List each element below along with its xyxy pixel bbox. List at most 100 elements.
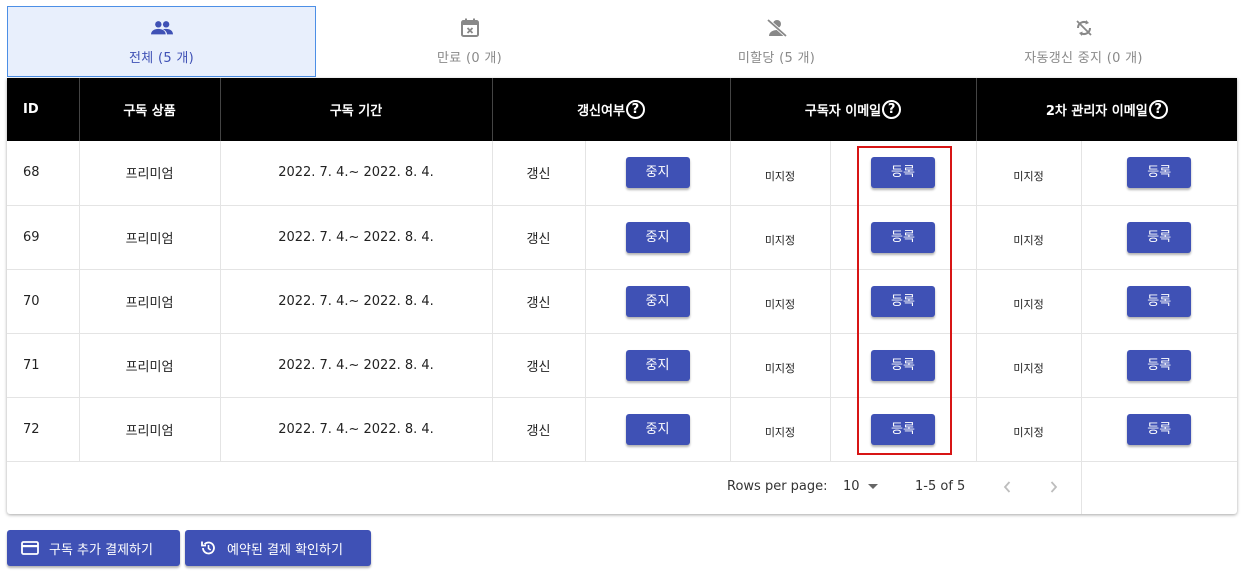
register-subscriber-email-button[interactable]: 등록 [871, 349, 935, 381]
register-admin-email-button[interactable]: 등록 [1127, 349, 1192, 381]
event-busy-icon [459, 17, 481, 39]
table-row: 68 프리미엄 2022. 7. 4.~ 2022. 8. 4. 갱신 중지 미… [7, 141, 1237, 206]
cell-admin-email: 미지정 [976, 269, 1082, 334]
cell-product: 프리미엄 [79, 205, 221, 270]
rows-per-page-select[interactable]: 10 [843, 479, 878, 494]
table-row: 71 프리미엄 2022. 7. 4.~ 2022. 8. 4. 갱신 중지 미… [7, 333, 1237, 398]
stop-renewal-button[interactable]: 중지 [625, 157, 690, 189]
cell-admin-email: 미지정 [976, 333, 1082, 398]
cell-subscriber-action: 등록 [830, 269, 977, 334]
rows-per-page-label: Rows per page: [727, 479, 828, 494]
cell-renewal: 갱신 [492, 205, 586, 270]
tab-autorenew-stopped-label: 자동갱신 중지 (0 개) [1024, 51, 1143, 66]
header-period[interactable]: 구독 기간 [220, 78, 493, 141]
register-subscriber-email-button[interactable]: 등록 [871, 221, 935, 253]
register-subscriber-email-button[interactable]: 등록 [871, 413, 935, 445]
tab-expired[interactable]: 만료 (0 개) [316, 6, 623, 77]
dropdown-caret-icon [867, 484, 878, 489]
cell-subscriber-action: 등록 [830, 333, 977, 398]
tab-all[interactable]: 전체 (5 개) [7, 6, 316, 77]
header-admin-email[interactable]: 2차 관리자 이메일? [976, 78, 1237, 141]
chevron-left-icon [1003, 481, 1011, 493]
cell-admin-action: 등록 [1081, 205, 1237, 270]
table-row: 69 프리미엄 2022. 7. 4.~ 2022. 8. 4. 갱신 중지 미… [7, 205, 1237, 270]
cell-subscriber-email: 미지정 [730, 205, 831, 270]
cell-renewal: 갱신 [492, 269, 586, 334]
header-admin-email-label: 2차 관리자 이메일 [1045, 104, 1148, 119]
stop-renewal-button[interactable]: 중지 [625, 349, 690, 381]
cell-admin-email: 미지정 [976, 397, 1082, 462]
register-admin-email-button[interactable]: 등록 [1127, 221, 1192, 253]
cell-renewal-action: 중지 [585, 333, 731, 398]
subscription-table-card: ID 구독 상품 구독 기간 갱신여부? 구독자 이메일? 2차 관리자 이메일… [7, 78, 1237, 514]
rows-per-page-value: 10 [843, 479, 860, 494]
table-row: 70 프리미엄 2022. 7. 4.~ 2022. 8. 4. 갱신 중지 미… [7, 269, 1237, 334]
header-renewal-label: 갱신여부 [577, 104, 625, 119]
register-admin-email-button[interactable]: 등록 [1127, 285, 1192, 317]
cell-id: 68 [7, 141, 80, 206]
cell-subscriber-action: 등록 [830, 205, 977, 270]
header-id[interactable]: ID [7, 78, 80, 141]
person-off-icon [766, 17, 788, 39]
cell-subscriber-email: 미지정 [730, 333, 831, 398]
header-product[interactable]: 구독 상품 [79, 78, 221, 141]
cell-renewal: 갱신 [492, 397, 586, 462]
cell-period: 2022. 7. 4.~ 2022. 8. 4. [220, 205, 493, 270]
cell-renewal-action: 중지 [585, 205, 731, 270]
cell-subscriber-email: 미지정 [730, 269, 831, 334]
cell-id: 72 [7, 397, 80, 462]
help-icon[interactable]: ? [625, 100, 645, 119]
register-subscriber-email-button[interactable]: 등록 [871, 285, 935, 317]
add-subscription-payment-button[interactable]: 구독 추가 결제하기 [7, 530, 180, 566]
cell-subscriber-action: 등록 [830, 397, 977, 462]
credit-card-icon [21, 539, 39, 557]
cell-period: 2022. 7. 4.~ 2022. 8. 4. [220, 397, 493, 462]
cell-period: 2022. 7. 4.~ 2022. 8. 4. [220, 333, 493, 398]
header-renewal[interactable]: 갱신여부? [492, 78, 731, 141]
table-pagination: Rows per page: 10 1-5 of 5 [7, 461, 1237, 514]
tab-unassigned-label: 미할당 (5 개) [737, 51, 816, 66]
restore-icon [199, 539, 217, 557]
prev-page-button[interactable] [995, 475, 1019, 499]
cell-subscriber-email: 미지정 [730, 397, 831, 462]
pagination-divider [1081, 461, 1082, 514]
cell-admin-email: 미지정 [976, 205, 1082, 270]
cell-renewal: 갱신 [492, 333, 586, 398]
cell-subscriber-action: 등록 [830, 141, 977, 206]
tab-autorenew-stopped[interactable]: 자동갱신 중지 (0 개) [930, 6, 1237, 77]
stop-renewal-button[interactable]: 중지 [625, 221, 690, 253]
register-admin-email-button[interactable]: 등록 [1127, 413, 1192, 445]
subscription-table: ID 구독 상품 구독 기간 갱신여부? 구독자 이메일? 2차 관리자 이메일… [7, 78, 1237, 462]
check-scheduled-payment-label: 예약된 결제 확인하기 [227, 542, 343, 558]
cell-admin-action: 등록 [1081, 269, 1237, 334]
next-page-button[interactable] [1042, 475, 1066, 499]
stop-renewal-button[interactable]: 중지 [625, 285, 690, 317]
cell-product: 프리미엄 [79, 141, 221, 206]
header-subscriber-email-label: 구독자 이메일 [804, 104, 882, 119]
cell-renewal: 갱신 [492, 141, 586, 206]
tab-all-label: 전체 (5 개) [129, 51, 194, 66]
cell-product: 프리미엄 [79, 397, 221, 462]
tab-unassigned[interactable]: 미할당 (5 개) [623, 6, 930, 77]
cell-period: 2022. 7. 4.~ 2022. 8. 4. [220, 269, 493, 334]
cell-renewal-action: 중지 [585, 141, 731, 206]
table-header-row: ID 구독 상품 구독 기간 갱신여부? 구독자 이메일? 2차 관리자 이메일… [7, 78, 1237, 141]
cell-renewal-action: 중지 [585, 269, 731, 334]
cell-renewal-action: 중지 [585, 397, 731, 462]
stop-renewal-button[interactable]: 중지 [625, 413, 690, 445]
cell-id: 69 [7, 205, 80, 270]
check-scheduled-payment-button[interactable]: 예약된 결제 확인하기 [185, 530, 371, 566]
cell-admin-action: 등록 [1081, 397, 1237, 462]
add-subscription-payment-label: 구독 추가 결제하기 [49, 542, 153, 558]
register-subscriber-email-button[interactable]: 등록 [871, 157, 935, 189]
cell-admin-action: 등록 [1081, 141, 1237, 206]
register-admin-email-button[interactable]: 등록 [1127, 157, 1192, 189]
pagination-range: 1-5 of 5 [915, 479, 966, 494]
cell-product: 프리미엄 [79, 269, 221, 334]
help-icon[interactable]: ? [1148, 100, 1168, 119]
subscription-tabs: 전체 (5 개) 만료 (0 개) 미할당 (5 개) 자동갱신 중지 (0 개… [7, 6, 1237, 77]
cell-id: 70 [7, 269, 80, 334]
help-icon[interactable]: ? [882, 100, 902, 119]
sync-disabled-icon [1073, 17, 1095, 39]
header-subscriber-email[interactable]: 구독자 이메일? [730, 78, 977, 141]
